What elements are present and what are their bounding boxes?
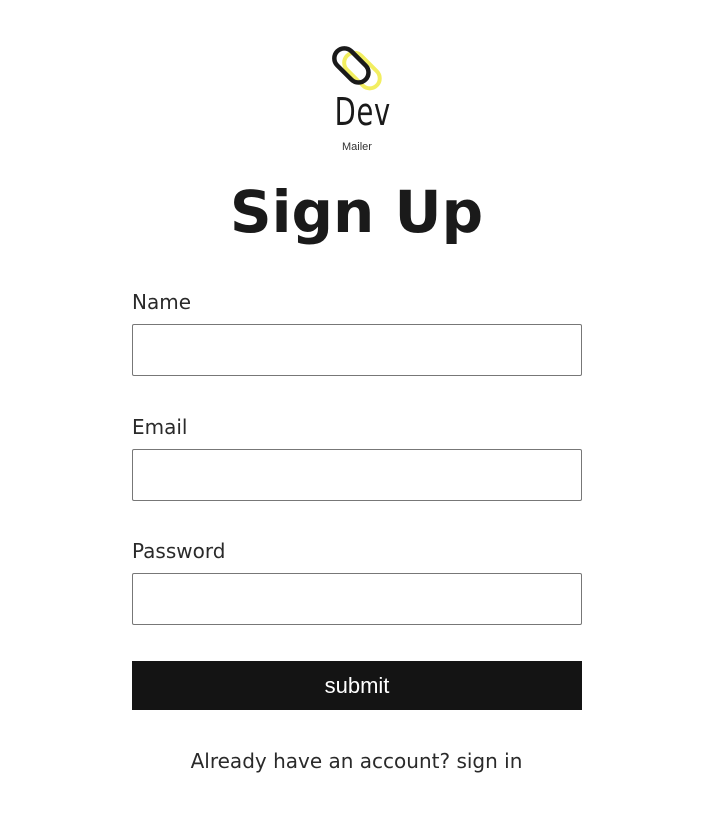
name-label: Name — [132, 290, 192, 314]
email-input[interactable] — [132, 449, 582, 501]
submit-button[interactable]: submit — [132, 661, 582, 710]
sign-up-page: Dev Mailer Sign Up Name Email Password s… — [0, 0, 713, 835]
page-title: Sign Up — [229, 178, 484, 246]
paperclip-logo-icon — [332, 46, 382, 91]
password-input[interactable] — [132, 573, 582, 625]
logo: Dev Mailer — [326, 42, 391, 160]
logo-subtitle: Mailer — [342, 141, 372, 153]
logo-wordmark: Dev — [334, 90, 391, 134]
sign-in-prompt-text: Already have an account? — [190, 749, 451, 773]
sign-in-link[interactable]: sign in — [456, 749, 522, 773]
password-label: Password — [132, 539, 226, 563]
name-input[interactable] — [132, 324, 582, 376]
email-label: Email — [132, 415, 188, 439]
sign-in-prompt: Already have an account? sign in — [0, 746, 713, 776]
